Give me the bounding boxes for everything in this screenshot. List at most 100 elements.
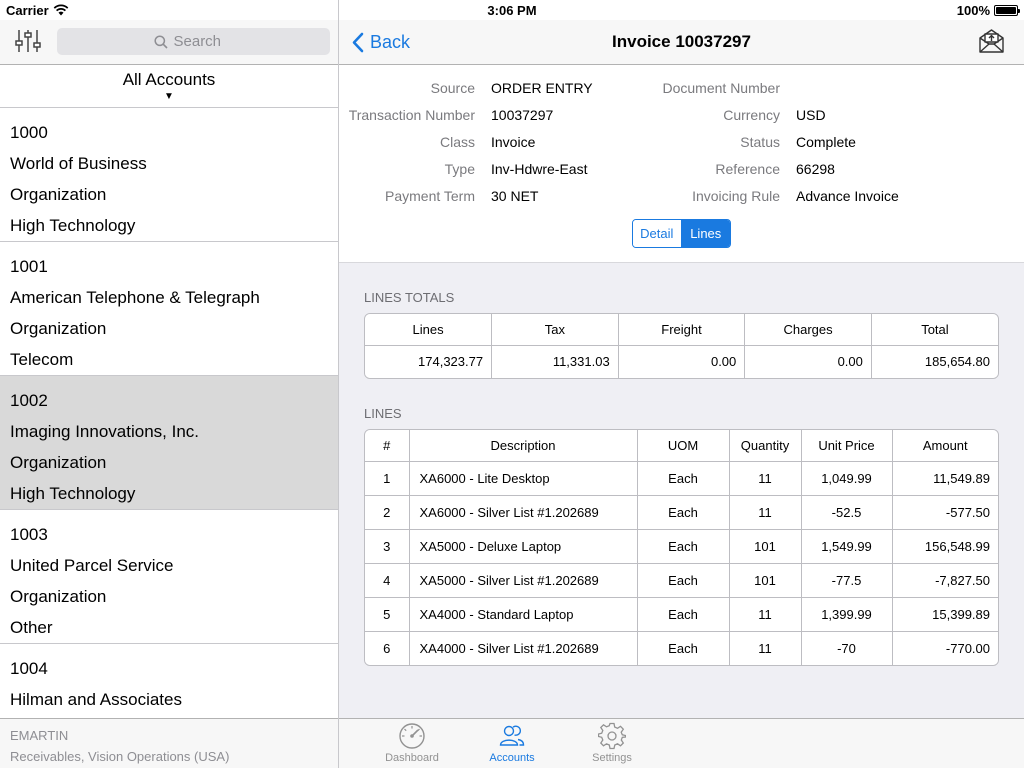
account-item-1004[interactable]: 1004 Hilman and Associates — [0, 644, 338, 718]
search-icon — [153, 34, 168, 49]
invoicing-rule-label: Invoicing Rule — [692, 188, 780, 204]
line-number: 5 — [365, 596, 410, 632]
lines-header-amount: Amount — [891, 430, 998, 462]
clock: 3:06 PM — [487, 3, 537, 18]
tab-bar: Dashboard Accounts Settings — [339, 718, 1024, 768]
totals-lines-value: 174,323.77 — [365, 344, 493, 378]
account-type: Organization — [10, 319, 107, 338]
accounts-pane: All Accounts ▼ 1000 World of Business Or… — [0, 20, 338, 768]
status-label: Status — [740, 134, 780, 150]
line-amount: 156,548.99 — [891, 528, 998, 564]
account-item-1002[interactable]: 1002 Imaging Innovations, Inc. Organizat… — [0, 376, 338, 510]
currency-value: USD — [796, 107, 826, 123]
table-row[interactable]: 4 XA5000 - Silver List #1.202689 Each 10… — [365, 562, 998, 598]
line-quantity: 11 — [728, 460, 802, 496]
account-list: 1000 World of Business Organization High… — [0, 108, 338, 718]
account-item-1003[interactable]: 1003 United Parcel Service Organization … — [0, 510, 338, 644]
account-number: 1003 — [10, 525, 48, 544]
source-value: ORDER ENTRY — [491, 80, 593, 96]
account-industry: Other — [10, 618, 53, 637]
accounts-people-icon — [499, 725, 525, 746]
line-amount: -770.00 — [891, 630, 998, 665]
line-amount: 11,549.89 — [891, 460, 998, 496]
account-name: Imaging Innovations, Inc. — [10, 422, 200, 441]
reference-value: 66298 — [796, 161, 835, 177]
line-uom: Each — [636, 630, 730, 665]
line-number: 2 — [365, 494, 410, 530]
line-amount: -577.50 — [891, 494, 998, 530]
totals-header-row: Lines Tax Freight Charges Total — [365, 314, 998, 346]
line-quantity: 11 — [728, 630, 802, 665]
line-amount: -7,827.50 — [891, 562, 998, 598]
totals-tax-value: 11,331.03 — [491, 344, 619, 378]
line-unit-price: -52.5 — [800, 494, 893, 530]
tab-settings[interactable]: Settings — [577, 722, 647, 768]
line-description: XA5000 - Deluxe Laptop — [408, 528, 638, 564]
lines-header-row: # Description UOM Quantity Unit Price Am… — [365, 430, 998, 462]
tab-settings-label: Settings — [592, 752, 632, 764]
filter-sliders-icon[interactable] — [14, 28, 42, 54]
account-type: Organization — [10, 453, 107, 472]
segment-lines[interactable]: Lines — [681, 220, 730, 247]
dashboard-gauge-icon — [399, 723, 425, 749]
type-label: Type — [444, 161, 475, 177]
account-filter-title: All Accounts — [122, 70, 216, 89]
transaction-number-label: Transaction Number — [348, 107, 475, 123]
totals-header-total: Total — [870, 314, 998, 346]
lines-title: LINES — [364, 406, 402, 421]
account-item-1000[interactable]: 1000 World of Business Organization High… — [0, 108, 338, 242]
tab-accounts[interactable]: Accounts — [477, 722, 547, 768]
line-unit-price: -77.5 — [800, 562, 893, 598]
tab-dashboard[interactable]: Dashboard — [377, 722, 447, 768]
lines-header-unit-price: Unit Price — [800, 430, 893, 462]
lines-table: # Description UOM Quantity Unit Price Am… — [364, 429, 999, 666]
search-input[interactable] — [173, 33, 234, 50]
totals-header-charges: Charges — [744, 314, 872, 346]
table-row[interactable]: 2 XA6000 - Silver List #1.202689 Each 11… — [365, 494, 998, 530]
caret-down-icon: ▼ — [164, 91, 174, 102]
tab-accounts-label: Accounts — [489, 752, 535, 764]
lines-totals-title: LINES TOTALS — [364, 290, 455, 305]
account-type: Organization — [10, 185, 107, 204]
totals-header-freight: Freight — [617, 314, 746, 346]
table-row[interactable]: 1 XA6000 - Lite Desktop Each 11 1,049.99… — [365, 460, 998, 496]
table-row[interactable]: 3 XA5000 - Deluxe Laptop Each 101 1,549.… — [365, 528, 998, 564]
payment-term-value: 30 NET — [491, 188, 539, 204]
line-quantity: 11 — [728, 596, 802, 632]
totals-header-lines: Lines — [365, 314, 493, 346]
reference-label: Reference — [715, 161, 780, 177]
line-description: XA4000 - Standard Laptop — [408, 596, 638, 632]
account-number: 1001 — [10, 257, 48, 276]
account-filter-selector[interactable]: All Accounts ▼ — [0, 66, 338, 108]
table-row[interactable]: 5 XA4000 - Standard Laptop Each 11 1,399… — [365, 596, 998, 632]
status-value: Complete — [796, 134, 856, 150]
line-unit-price: 1,049.99 — [800, 460, 893, 496]
line-description: XA6000 - Lite Desktop — [408, 460, 638, 496]
currency-label: Currency — [723, 107, 780, 123]
search-field[interactable] — [57, 28, 330, 55]
line-number: 4 — [365, 562, 410, 598]
segment-detail[interactable]: Detail — [633, 220, 682, 247]
totals-freight-value: 0.00 — [617, 344, 746, 378]
line-number: 1 — [365, 460, 410, 496]
line-uom: Each — [636, 596, 730, 632]
line-description: XA6000 - Silver List #1.202689 — [408, 494, 638, 530]
line-quantity: 11 — [728, 494, 802, 530]
account-item-1001[interactable]: 1001 American Telephone & Telegraph Orga… — [0, 242, 338, 376]
line-uom: Each — [636, 562, 730, 598]
email-share-icon[interactable] — [978, 28, 1005, 54]
table-row[interactable]: 6 XA4000 - Silver List #1.202689 Each 11… — [365, 630, 998, 665]
line-quantity: 101 — [728, 562, 802, 598]
lines-header-quantity: Quantity — [728, 430, 802, 462]
account-number: 1000 — [10, 123, 48, 142]
user-org: Receivables, Vision Operations (USA) — [10, 749, 230, 764]
line-unit-price: 1,399.99 — [800, 596, 893, 632]
invoice-pane: Back Invoice 10037297 Source ORDER ENTRY… — [339, 20, 1024, 718]
payment-term-label: Payment Term — [385, 188, 475, 204]
line-uom: Each — [636, 494, 730, 530]
totals-total-value: 185,654.80 — [870, 344, 998, 378]
line-uom: Each — [636, 528, 730, 564]
class-value: Invoice — [491, 134, 536, 150]
user-name: EMARTIN — [10, 728, 69, 743]
line-amount: 15,399.89 — [891, 596, 998, 632]
